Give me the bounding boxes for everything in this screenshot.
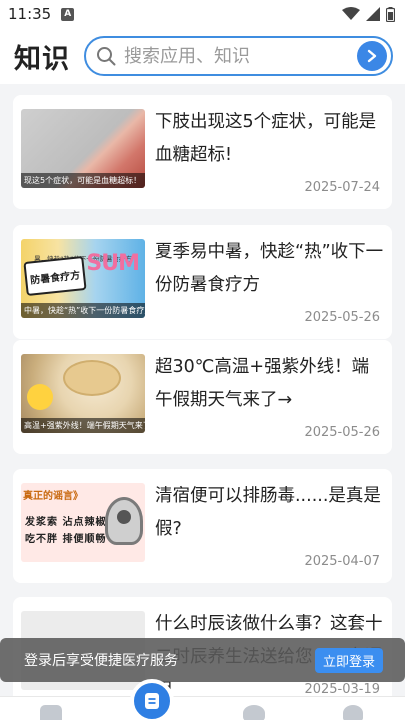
tab-profile-icon[interactable]	[343, 705, 363, 720]
article-feed[interactable]: 现这5个症状，可能是血糖超标！ 下肢出现这5个症状，可能是血糖超标! 2025-…	[0, 84, 405, 720]
article-date: 2025-05-26	[304, 310, 380, 325]
header: 知识	[0, 28, 405, 84]
signal-icon	[366, 7, 380, 21]
article-title: 清宿便可以排肠毒......是真是假?	[155, 486, 381, 539]
article-date: 2025-04-07	[304, 554, 380, 569]
thumbnail-decoration	[63, 360, 121, 396]
notification-a-icon: A	[61, 7, 75, 21]
article-title: 夏季易中暑，快趁“热”收下一份防暑食疗方	[155, 242, 384, 295]
article-thumbnail: 真正的谣言》 发浆索 沾点辣椒 吃不胖 排便顺畅	[21, 483, 145, 562]
thumbnail-caption: 中暑，快趁“热”收下一份防暑食疗方	[21, 303, 145, 318]
article-date: 2025-03-19	[304, 682, 380, 697]
article-date: 2025-05-26	[304, 425, 380, 440]
toilet-icon	[105, 497, 143, 545]
chevron-right-icon	[367, 49, 377, 63]
article-title: 下肢出现这5个症状，可能是血糖超标!	[155, 112, 377, 165]
bottom-tab-bar	[0, 679, 405, 720]
thumbnail-text: 发浆索 沾点辣椒	[25, 517, 107, 528]
thumbnail-banner: 防暑食疗方	[23, 255, 87, 297]
document-icon	[145, 693, 159, 709]
article-card[interactable]: 暑，快趁“热”收下一份防暑食疗方 防暑食疗方 SUM 中暑，快趁“热”收下一份防…	[13, 225, 392, 339]
page-title: 知识	[14, 43, 70, 75]
login-button[interactable]: 立即登录	[314, 647, 383, 673]
article-thumbnail: 暑，快趁“热”收下一份防暑食疗方 防暑食疗方 SUM 中暑，快趁“热”收下一份防…	[21, 239, 145, 318]
status-icons	[342, 6, 395, 22]
tab-home-icon[interactable]	[40, 705, 62, 720]
login-toast: 登录后享受便捷医疗服务 立即登录	[0, 638, 405, 682]
tab-health-icon[interactable]	[243, 705, 265, 720]
article-title: 超30℃高温+强紫外线！端午假期天气来了→	[155, 357, 370, 410]
thumbnail-decoration	[27, 384, 53, 410]
thumbnail-text: 真正的谣言》	[23, 491, 83, 502]
article-thumbnail: 高温+强紫外线！端午假期天气来了→	[21, 354, 145, 433]
status-bar: 11:35 A	[0, 0, 405, 28]
article-card[interactable]: 真正的谣言》 发浆索 沾点辣椒 吃不胖 排便顺畅 清宿便可以排肠毒......是…	[13, 469, 392, 583]
login-toast-text: 登录后享受便捷医疗服务	[24, 653, 178, 669]
status-time: 11:35	[8, 5, 52, 23]
battery-icon	[386, 6, 395, 22]
article-thumbnail: 现这5个症状，可能是血糖超标！	[21, 109, 145, 188]
thumbnail-caption: 现这5个症状，可能是血糖超标！	[21, 173, 145, 188]
article-card[interactable]: 高温+强紫外线！端午假期天气来了→ 超30℃高温+强紫外线！端午假期天气来了→ …	[13, 340, 392, 454]
thumbnail-text: 吃不胖 排便顺畅	[25, 534, 107, 545]
search-input[interactable]	[124, 45, 357, 67]
search-box[interactable]	[84, 36, 393, 76]
tab-knowledge-icon[interactable]	[130, 679, 174, 720]
thumbnail-word: SUM	[86, 251, 140, 276]
search-icon	[97, 47, 116, 66]
article-date: 2025-07-24	[304, 180, 380, 195]
search-go-button[interactable]	[357, 41, 387, 71]
thumbnail-caption: 高温+强紫外线！端午假期天气来了→	[21, 418, 145, 433]
article-card[interactable]: 现这5个症状，可能是血糖超标！ 下肢出现这5个症状，可能是血糖超标! 2025-…	[13, 95, 392, 209]
wifi-icon	[342, 7, 360, 20]
